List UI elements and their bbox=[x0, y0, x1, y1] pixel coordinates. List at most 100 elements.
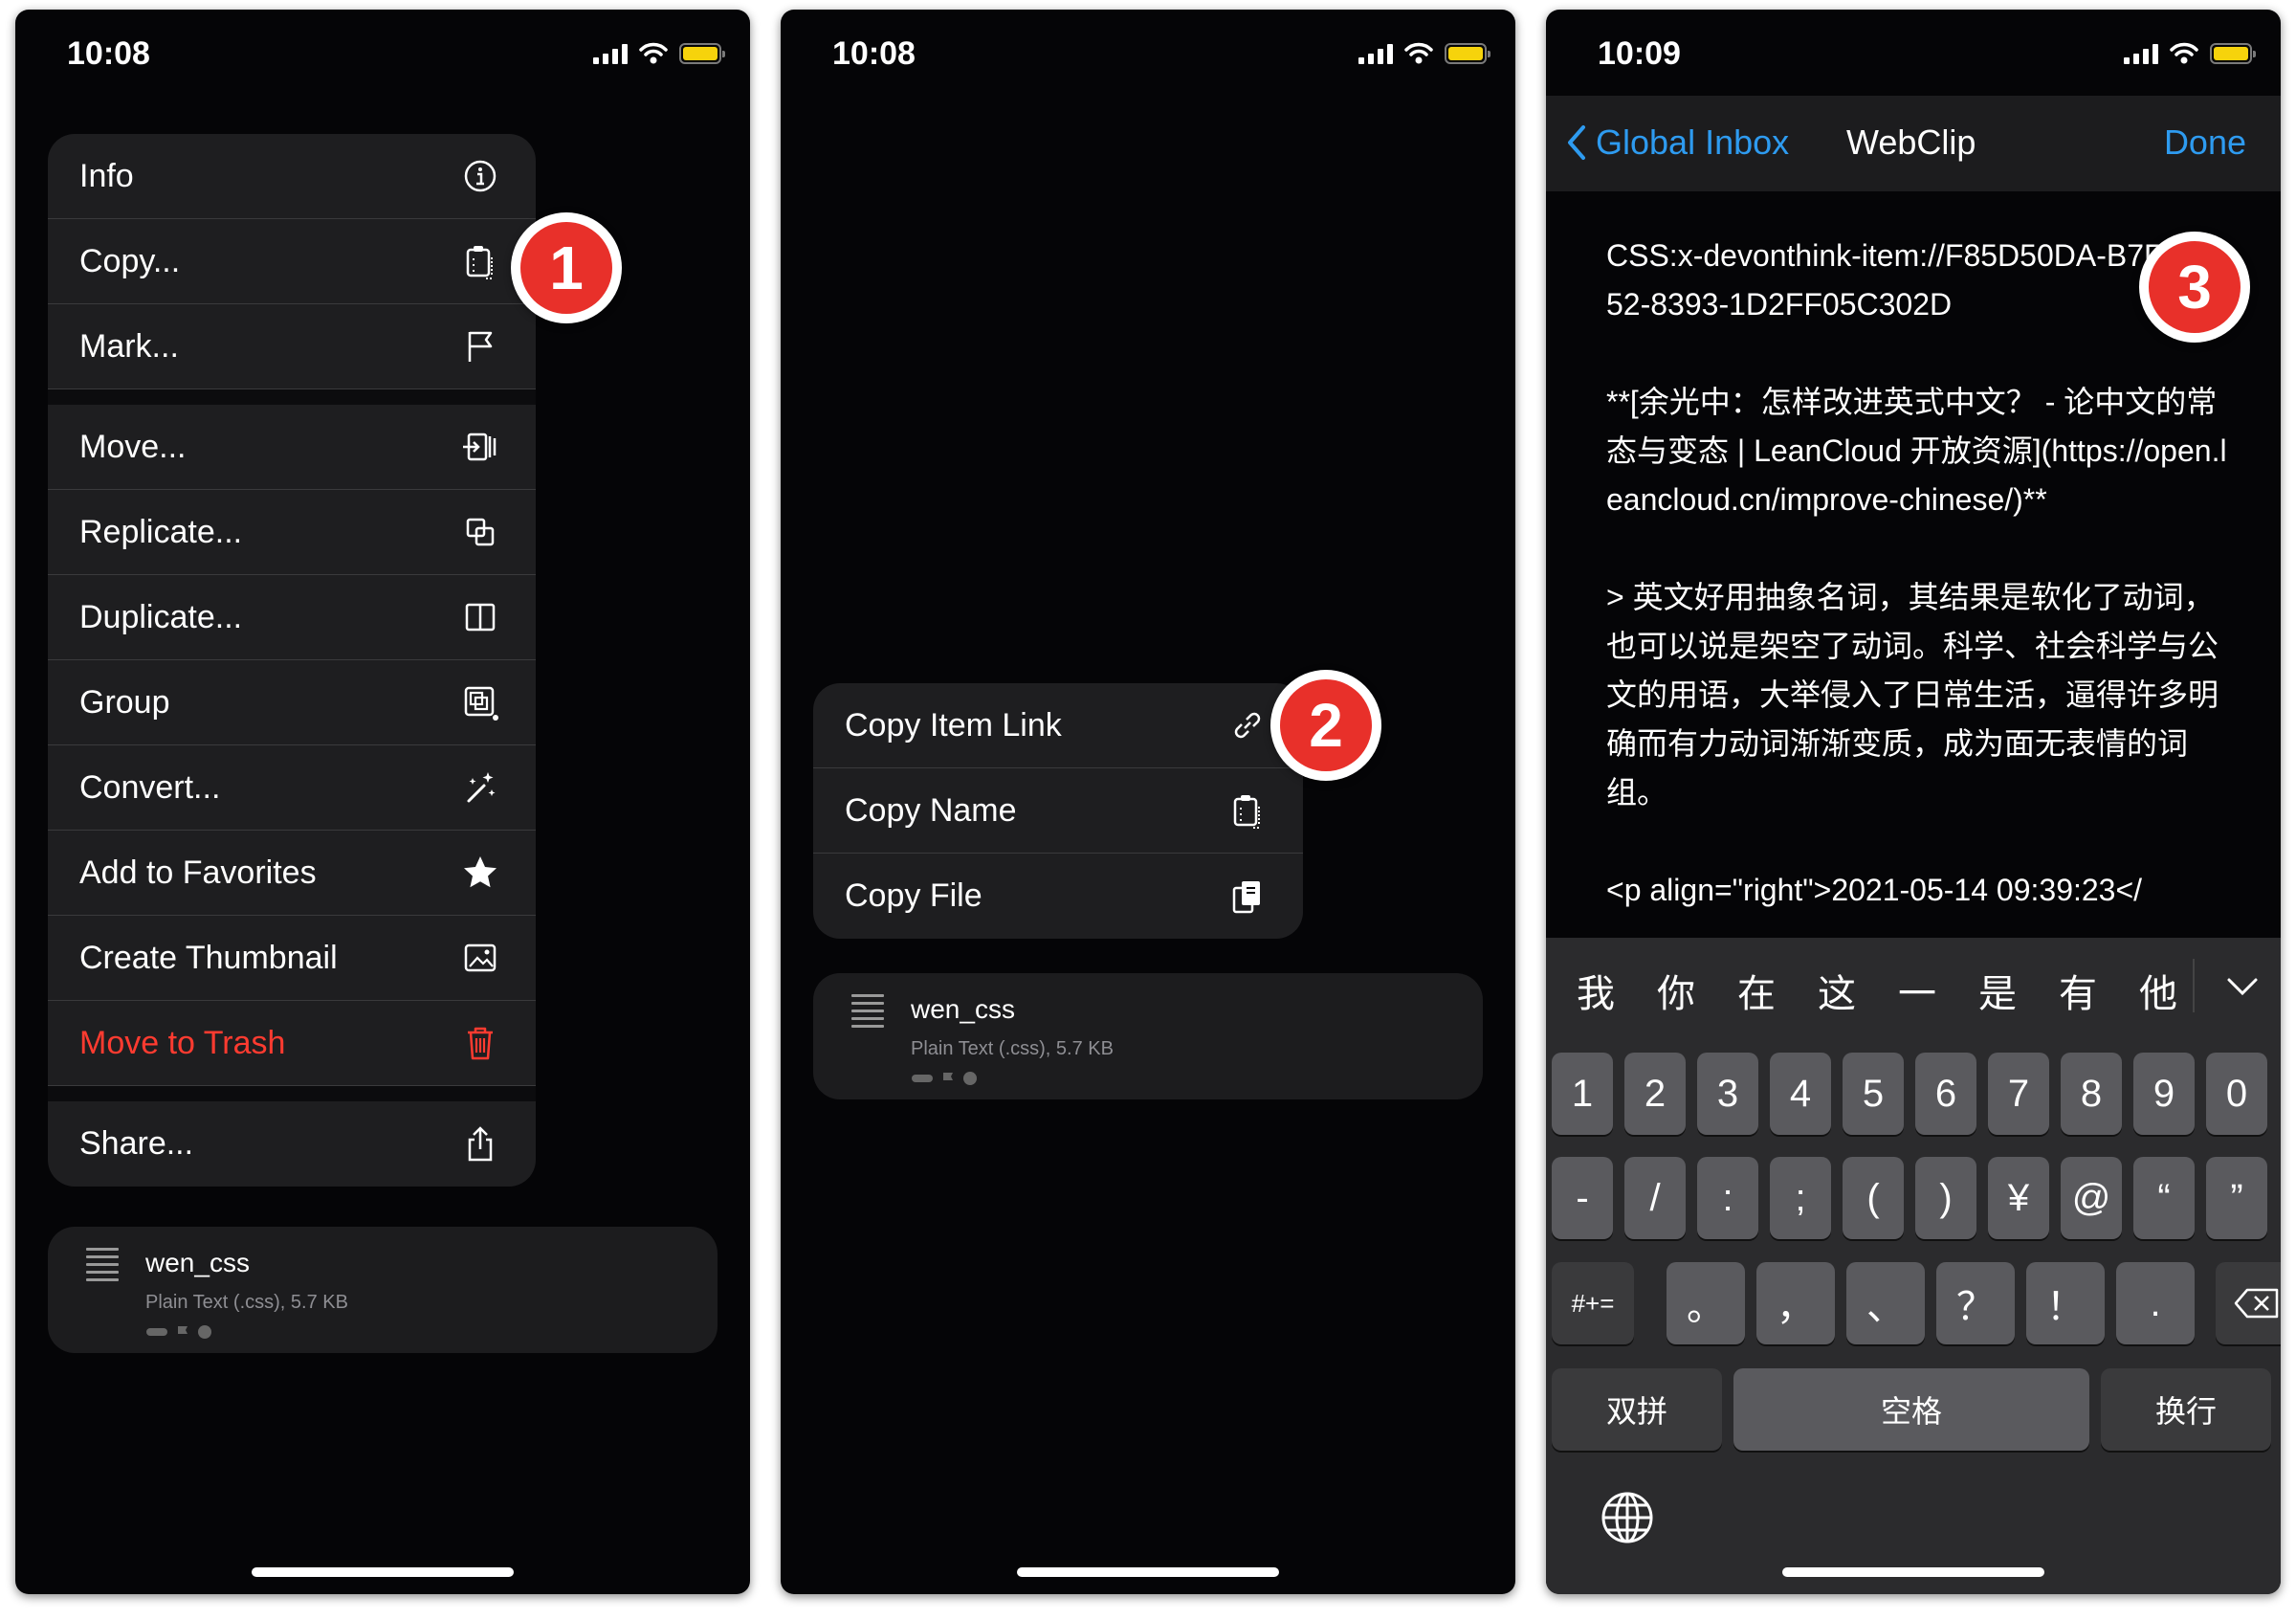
status-time: 10:09 bbox=[1598, 35, 1681, 72]
file-name: wen_css bbox=[145, 1248, 250, 1277]
key-comma[interactable]: ， bbox=[1756, 1262, 1835, 1344]
star-icon bbox=[464, 856, 497, 888]
key-enumeration-comma[interactable]: 、 bbox=[1846, 1262, 1925, 1344]
key-question[interactable]: ？ bbox=[1936, 1262, 2015, 1344]
key-5[interactable]: 5 bbox=[1843, 1053, 1904, 1135]
menu-item-duplicate[interactable]: Duplicate... bbox=[48, 575, 536, 660]
magic-wand-icon bbox=[467, 772, 496, 803]
label-tag-icon bbox=[146, 1328, 167, 1336]
delete-key[interactable] bbox=[2216, 1262, 2281, 1344]
candidate-word[interactable]: 我 bbox=[1556, 963, 1636, 1018]
done-button[interactable]: Done bbox=[2164, 122, 2246, 163]
key-3[interactable]: 3 bbox=[1697, 1053, 1758, 1135]
candidate-word[interactable]: 在 bbox=[1716, 963, 1797, 1018]
menu-item-label: Copy Name bbox=[845, 791, 1017, 829]
key-at[interactable]: @ bbox=[2061, 1157, 2122, 1239]
unread-dot-icon bbox=[963, 1072, 977, 1085]
key-right-paren[interactable]: ) bbox=[1915, 1157, 1976, 1239]
key-shuangpin[interactable]: 双拼 bbox=[1552, 1368, 1722, 1451]
flag-icon bbox=[943, 1073, 953, 1085]
candidate-word[interactable]: 他 bbox=[2118, 963, 2198, 1018]
step-number: 1 bbox=[520, 222, 612, 314]
key-8[interactable]: 8 bbox=[2061, 1053, 2122, 1135]
step-badge: 1 bbox=[511, 212, 622, 323]
menu-item-copy-file[interactable]: Copy File bbox=[813, 854, 1303, 939]
key-close-quote[interactable]: ” bbox=[2206, 1157, 2267, 1239]
menu-item-label: Add to Favorites bbox=[79, 854, 317, 891]
battery-icon bbox=[2210, 43, 2256, 64]
key-6[interactable]: 6 bbox=[1915, 1053, 1976, 1135]
navigation-bar: Global Inbox WebClip Done bbox=[1546, 96, 2281, 191]
chevron-down-icon[interactable] bbox=[2223, 966, 2262, 1005]
menu-item-move[interactable]: Move... bbox=[48, 405, 536, 490]
menu-item-share[interactable]: Share... bbox=[48, 1101, 536, 1187]
menu-item-label: Copy... bbox=[79, 242, 181, 279]
candidate-word[interactable]: 你 bbox=[1636, 963, 1716, 1018]
menu-item-label: Share... bbox=[79, 1125, 194, 1162]
menu-item-label: Mark... bbox=[79, 327, 179, 365]
candidate-word[interactable]: 有 bbox=[2038, 963, 2118, 1018]
menu-item-copy[interactable]: Copy... bbox=[48, 219, 536, 304]
menu-item-info[interactable]: Info bbox=[48, 134, 536, 219]
key-colon[interactable]: : bbox=[1697, 1157, 1758, 1239]
menu-item-copy-item-link[interactable]: Copy Item Link bbox=[813, 683, 1303, 768]
info-icon bbox=[464, 160, 497, 192]
key-more-symbols[interactable]: #+= bbox=[1552, 1262, 1634, 1344]
step-number: 2 bbox=[1280, 679, 1372, 771]
photo-icon bbox=[464, 943, 497, 972]
keyboard-row-numbers: 1 2 3 4 5 6 7 8 9 0 bbox=[1552, 1053, 2267, 1135]
key-full-stop[interactable]: 。 bbox=[1667, 1262, 1745, 1344]
key-1[interactable]: 1 bbox=[1552, 1053, 1613, 1135]
battery-icon bbox=[1445, 43, 1490, 64]
key-0[interactable]: 0 bbox=[2206, 1053, 2267, 1135]
file-card[interactable]: wen_css Plain Text (.css), 5.7 KB bbox=[813, 973, 1483, 1099]
menu-item-label: Copy File bbox=[845, 877, 982, 914]
menu-item-add-to-favorites[interactable]: Add to Favorites bbox=[48, 831, 536, 916]
key-slash[interactable]: / bbox=[1624, 1157, 1686, 1239]
file-info: Plain Text (.css), 5.7 KB bbox=[911, 1038, 1114, 1059]
key-left-paren[interactable]: ( bbox=[1843, 1157, 1904, 1239]
candidate-word[interactable]: 一 bbox=[1877, 963, 1957, 1018]
move-icon bbox=[463, 433, 497, 461]
key-semicolon[interactable]: ; bbox=[1770, 1157, 1831, 1239]
key-9[interactable]: 9 bbox=[2133, 1053, 2195, 1135]
phone-screen-context-menu: 10:08 Info Copy... Mark... Move... Repli… bbox=[15, 10, 750, 1594]
wifi-icon bbox=[639, 42, 668, 64]
menu-item-move-to-trash[interactable]: Move to Trash bbox=[48, 1001, 536, 1086]
menu-item-mark[interactable]: Mark... bbox=[48, 304, 536, 389]
clipboard-icon bbox=[466, 246, 494, 279]
space-key[interactable]: 空格 bbox=[1733, 1368, 2089, 1451]
key-2[interactable]: 2 bbox=[1624, 1053, 1686, 1135]
menu-item-create-thumbnail[interactable]: Create Thumbnail bbox=[48, 916, 536, 1001]
menu-separator bbox=[48, 389, 536, 405]
menu-item-group[interactable]: Group bbox=[48, 660, 536, 745]
back-button-label: Global Inbox bbox=[1596, 122, 1790, 162]
text-editor[interactable]: CSS:x-devonthink-item://F85D50DA-B7F7-41… bbox=[1606, 232, 2238, 915]
file-name: wen_css bbox=[911, 994, 1015, 1024]
text-document-icon bbox=[86, 1248, 119, 1282]
candidate-word[interactable]: 是 bbox=[1957, 963, 2038, 1018]
text-document-icon bbox=[851, 994, 884, 1029]
candidate-word[interactable]: 这 bbox=[1797, 963, 1877, 1018]
keyboard-row-bottom: 双拼 空格 换行 bbox=[1552, 1368, 2271, 1451]
status-bar: 10:09 bbox=[1546, 10, 2281, 96]
globe-icon[interactable] bbox=[1600, 1490, 1655, 1545]
copy-file-icon bbox=[1232, 880, 1260, 913]
duplicate-icon bbox=[465, 603, 496, 632]
key-hyphen[interactable]: - bbox=[1552, 1157, 1613, 1239]
key-7[interactable]: 7 bbox=[1988, 1053, 2049, 1135]
menu-item-copy-name[interactable]: Copy Name bbox=[813, 768, 1303, 854]
file-tags bbox=[911, 1071, 978, 1086]
cellular-signal-icon bbox=[593, 43, 628, 64]
page-title: WebClip bbox=[1846, 122, 1976, 162]
key-period[interactable]: . bbox=[2116, 1262, 2195, 1344]
return-key[interactable]: 换行 bbox=[2101, 1368, 2271, 1451]
file-card[interactable]: wen_css Plain Text (.css), 5.7 KB bbox=[48, 1227, 718, 1353]
key-4[interactable]: 4 bbox=[1770, 1053, 1831, 1135]
back-button[interactable]: Global Inbox bbox=[1565, 122, 1789, 163]
key-open-quote[interactable]: “ bbox=[2133, 1157, 2195, 1239]
key-yen[interactable]: ¥ bbox=[1988, 1157, 2049, 1239]
menu-item-replicate[interactable]: Replicate... bbox=[48, 490, 536, 575]
menu-item-convert[interactable]: Convert... bbox=[48, 745, 536, 831]
key-exclamation[interactable]: ！ bbox=[2026, 1262, 2105, 1344]
